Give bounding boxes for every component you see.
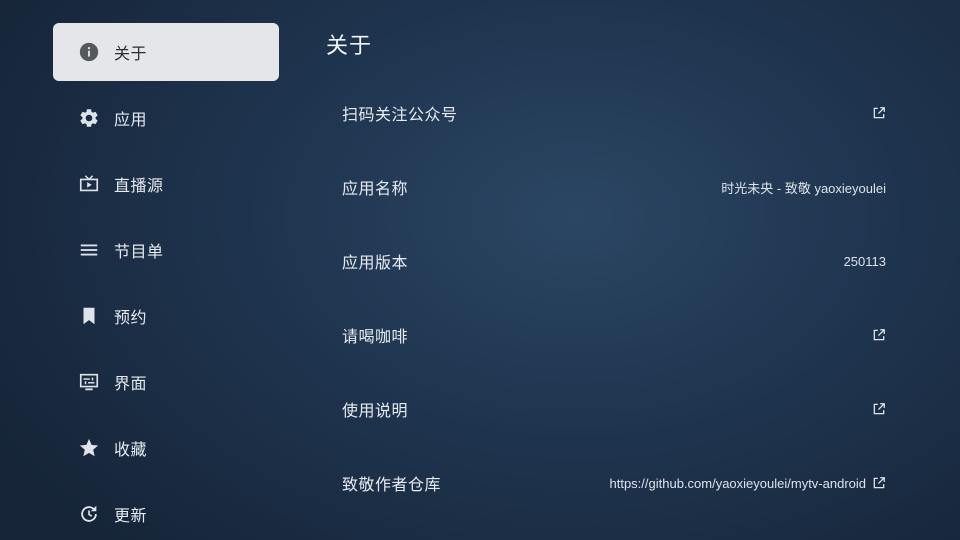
star-icon <box>77 436 101 460</box>
display-settings-icon <box>77 370 101 394</box>
info-icon <box>77 40 101 64</box>
open-external-icon <box>872 476 886 490</box>
row-label: 应用版本 <box>342 253 409 272</box>
sidebar-item-epg[interactable]: 节目单 <box>53 221 279 279</box>
sidebar-item-update[interactable]: 更新 <box>53 485 279 540</box>
row-app-name[interactable]: 应用名称 时光未央 - 致敬 yaoxieyoulei <box>330 150 900 224</box>
row-buy-coffee[interactable]: 请喝咖啡 <box>330 298 900 372</box>
sidebar-item-reservation[interactable]: 预约 <box>53 287 279 345</box>
sidebar-item-label: 节目单 <box>114 242 164 261</box>
row-label: 使用说明 <box>342 401 409 420</box>
sidebar: 关于 应用 直播源 节目单 预约 界面 收藏 更新 <box>53 23 279 540</box>
sidebar-item-label: 关于 <box>114 44 148 63</box>
gear-icon <box>77 106 101 130</box>
row-label: 致敬作者仓库 <box>342 475 442 494</box>
row-value: 250113 <box>843 253 886 269</box>
sidebar-item-ui[interactable]: 界面 <box>53 353 279 411</box>
sidebar-item-label: 预约 <box>114 308 148 327</box>
sidebar-item-label: 应用 <box>114 110 148 129</box>
row-follow-official-account[interactable]: 扫码关注公众号 <box>330 76 900 150</box>
settings-list: 扫码关注公众号 应用名称 时光未央 - 致敬 yaoxieyoulei 应用版本… <box>330 76 900 520</box>
sidebar-item-favorites[interactable]: 收藏 <box>53 419 279 477</box>
bookmark-icon <box>77 304 101 328</box>
page-title: 关于 <box>326 34 373 59</box>
open-external-icon <box>872 328 886 342</box>
row-author-repo[interactable]: 致敬作者仓库 https://github.com/yaoxieyoulei/m… <box>330 446 900 520</box>
open-external-icon <box>872 106 886 120</box>
row-instructions[interactable]: 使用说明 <box>330 372 900 446</box>
live-tv-icon <box>77 172 101 196</box>
row-label: 扫码关注公众号 <box>342 105 458 124</box>
refresh-icon <box>77 502 101 526</box>
sidebar-item-label: 收藏 <box>114 440 148 459</box>
list-icon <box>77 238 101 262</box>
sidebar-item-label: 更新 <box>114 506 148 525</box>
row-label: 应用名称 <box>342 179 409 198</box>
row-label: 请喝咖啡 <box>342 327 409 346</box>
sidebar-item-app[interactable]: 应用 <box>53 89 279 147</box>
sidebar-item-about[interactable]: 关于 <box>53 23 279 81</box>
open-external-icon <box>872 402 886 416</box>
sidebar-item-label: 界面 <box>114 374 148 393</box>
row-app-version[interactable]: 应用版本 250113 <box>330 224 900 298</box>
sidebar-item-live-source[interactable]: 直播源 <box>53 155 279 213</box>
row-value: https://github.com/yaoxieyoulei/mytv-and… <box>609 475 866 491</box>
sidebar-item-label: 直播源 <box>114 176 164 195</box>
row-value: 时光未央 - 致敬 yaoxieyoulei <box>721 180 886 196</box>
